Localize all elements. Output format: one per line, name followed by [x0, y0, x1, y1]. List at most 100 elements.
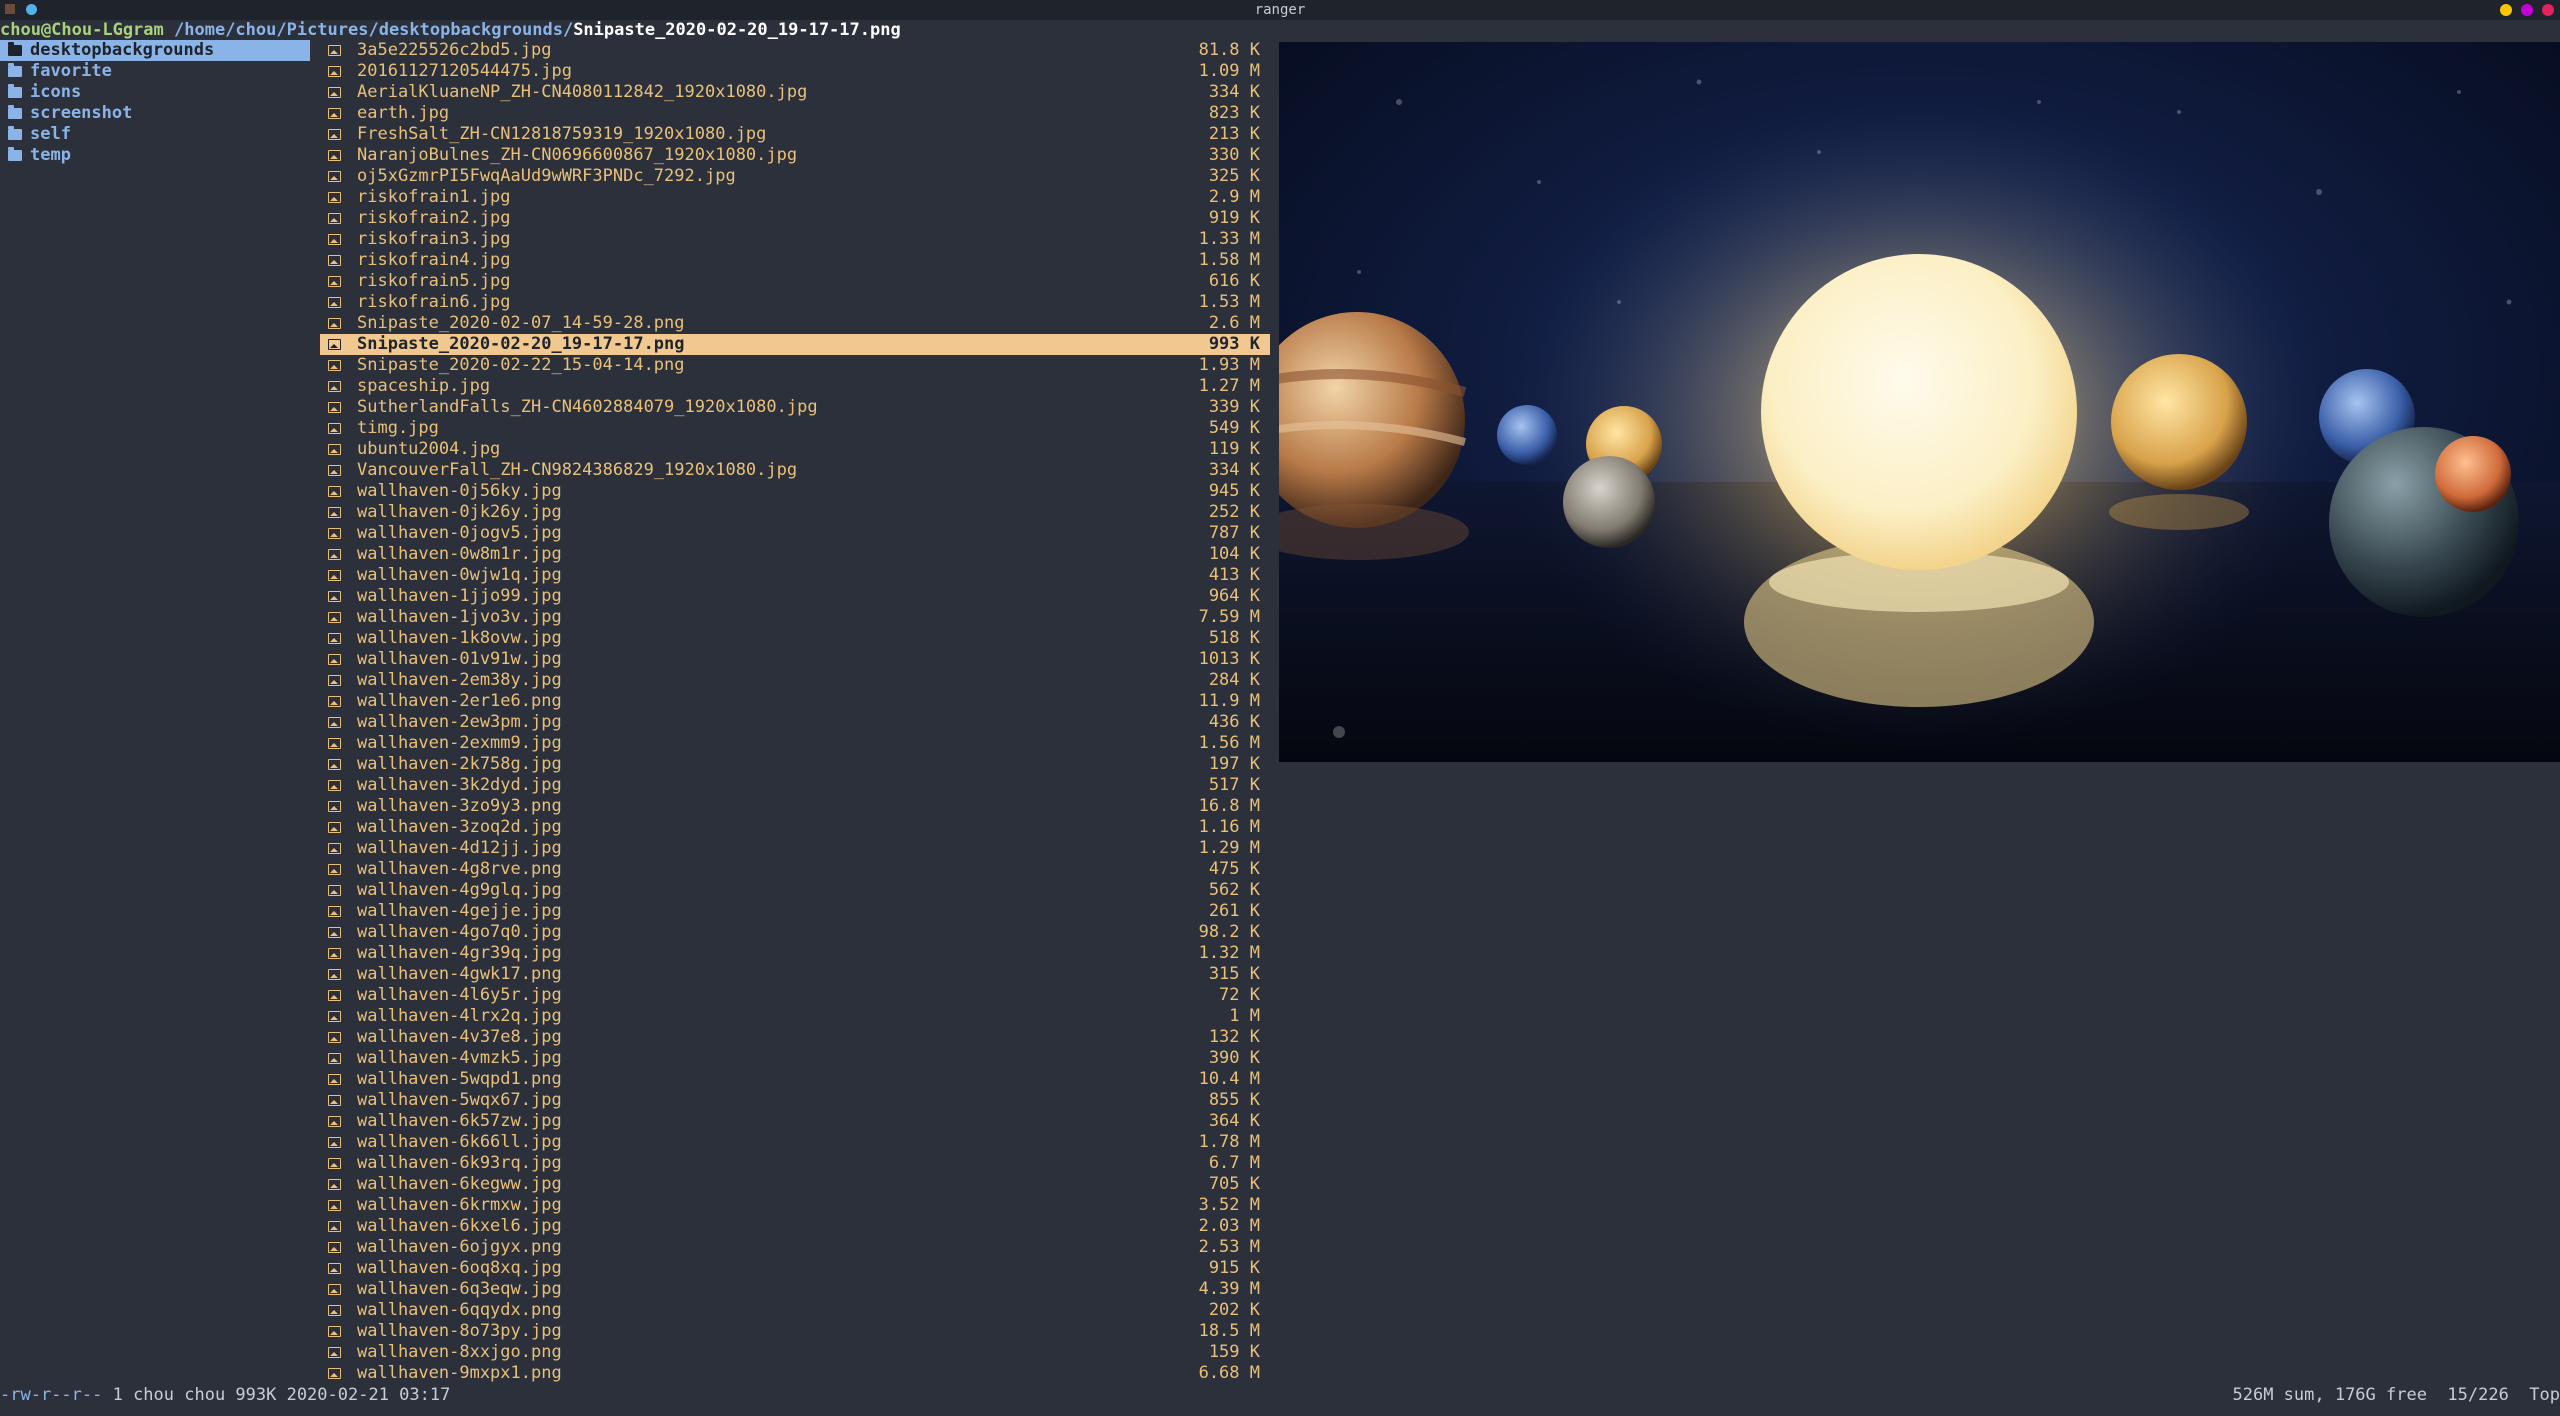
file-name: wallhaven-0jk26y.jpg: [357, 502, 562, 522]
file-item[interactable]: wallhaven-4lrx2q.jpg 1 M: [320, 1006, 1270, 1027]
file-item[interactable]: wallhaven-0w8m1r.jpg 104 K: [320, 544, 1270, 565]
file-item[interactable]: wallhaven-2er1e6.png 11.9 M: [320, 691, 1270, 712]
file-name: wallhaven-6k57zw.jpg: [357, 1111, 562, 1131]
maximize-button[interactable]: [2521, 4, 2533, 16]
file-name: wallhaven-4g9glq.jpg: [357, 880, 562, 900]
directory-item[interactable]: self: [0, 124, 310, 145]
image-file-icon: [328, 1326, 341, 1337]
file-item[interactable]: wallhaven-6q3eqw.jpg 4.39 M: [320, 1279, 1270, 1300]
file-item[interactable]: wallhaven-3zo9y3.png 16.8 M: [320, 796, 1270, 817]
close-button[interactable]: [2542, 4, 2554, 16]
file-item[interactable]: wallhaven-6krmxw.jpg 3.52 M: [320, 1195, 1270, 1216]
file-item[interactable]: wallhaven-9mxpx1.png 6.68 M: [320, 1363, 1270, 1384]
file-item[interactable]: wallhaven-6k57zw.jpg 364 K: [320, 1111, 1270, 1132]
file-item[interactable]: wallhaven-0wjw1q.jpg 413 K: [320, 565, 1270, 586]
file-name: spaceship.jpg: [357, 376, 491, 396]
directory-item[interactable]: desktopbackgrounds: [0, 40, 310, 61]
sticky-indicator-icon[interactable]: [26, 3, 37, 15]
app-icon[interactable]: [4, 3, 16, 15]
file-item[interactable]: wallhaven-1k8ovw.jpg 518 K: [320, 628, 1270, 649]
file-item[interactable]: timg.jpg 549 K: [320, 418, 1270, 439]
file-name: wallhaven-1jjo99.jpg: [357, 586, 562, 606]
file-item[interactable]: spaceship.jpg 1.27 M: [320, 376, 1270, 397]
file-item[interactable]: wallhaven-2k758g.jpg 197 K: [320, 754, 1270, 775]
file-item[interactable]: riskofrain5.jpg 616 K: [320, 271, 1270, 292]
file-item[interactable]: FreshSalt_ZH-CN12818759319_1920x1080.jpg…: [320, 124, 1270, 145]
image-file-icon: [328, 801, 341, 812]
image-file-icon: [328, 234, 341, 245]
image-file-icon: [328, 717, 341, 728]
file-item[interactable]: wallhaven-1jvo3v.jpg 7.59 M: [320, 607, 1270, 628]
file-item[interactable]: wallhaven-3zoq2d.jpg 1.16 M: [320, 817, 1270, 838]
minimize-button[interactable]: [2500, 4, 2512, 16]
file-item[interactable]: wallhaven-4d12jj.jpg 1.29 M: [320, 838, 1270, 859]
file-item[interactable]: wallhaven-2ew3pm.jpg 436 K: [320, 712, 1270, 733]
image-file-icon: [328, 1221, 341, 1232]
file-name: wallhaven-6qqydx.png: [357, 1300, 562, 1320]
file-item[interactable]: Snipaste_2020-02-20_19-17-17.png 993 K: [320, 334, 1270, 355]
file-item[interactable]: wallhaven-4g9glq.jpg 562 K: [320, 880, 1270, 901]
directory-item[interactable]: icons: [0, 82, 310, 103]
file-item[interactable]: wallhaven-2exmm9.jpg 1.56 M: [320, 733, 1270, 754]
file-size: 364 K: [1208, 1111, 1260, 1131]
file-item[interactable]: wallhaven-4v37e8.jpg 132 K: [320, 1027, 1270, 1048]
file-item[interactable]: wallhaven-8xxjgo.png 159 K: [320, 1342, 1270, 1363]
file-item[interactable]: riskofrain3.jpg 1.33 M: [320, 229, 1270, 250]
file-name: earth.jpg: [357, 103, 450, 123]
file-item[interactable]: wallhaven-2em38y.jpg 284 K: [320, 670, 1270, 691]
file-item[interactable]: wallhaven-0jk26y.jpg 252 K: [320, 502, 1270, 523]
image-file-icon: [328, 1263, 341, 1274]
file-item[interactable]: AerialKluaneNP_ZH-CN4080112842_1920x1080…: [320, 82, 1270, 103]
file-item[interactable]: wallhaven-01v91w.jpg 1013 K: [320, 649, 1270, 670]
file-item[interactable]: ubuntu2004.jpg 119 K: [320, 439, 1270, 460]
file-name: riskofrain1.jpg: [357, 187, 511, 207]
file-size: 6.68 M: [1198, 1363, 1260, 1383]
file-item[interactable]: SutherlandFalls_ZH-CN4602884079_1920x108…: [320, 397, 1270, 418]
file-item[interactable]: wallhaven-5wqpd1.png 10.4 M: [320, 1069, 1270, 1090]
file-item[interactable]: wallhaven-4gr39q.jpg 1.32 M: [320, 943, 1270, 964]
file-item[interactable]: wallhaven-6qqydx.png 202 K: [320, 1300, 1270, 1321]
folder-icon: [8, 126, 22, 140]
file-item[interactable]: earth.jpg 823 K: [320, 103, 1270, 124]
file-item[interactable]: wallhaven-4l6y5r.jpg 72 K: [320, 985, 1270, 1006]
file-item[interactable]: wallhaven-4gwk17.png 315 K: [320, 964, 1270, 985]
file-name: wallhaven-1jvo3v.jpg: [357, 607, 562, 627]
file-item[interactable]: wallhaven-6k93rq.jpg 6.7 M: [320, 1153, 1270, 1174]
file-item[interactable]: oj5xGzmrPI5FwqAaUd9wWRF3PNDc_7292.jpg 325…: [320, 166, 1270, 187]
file-item[interactable]: riskofrain6.jpg 1.53 M: [320, 292, 1270, 313]
file-item[interactable]: wallhaven-4vmzk5.jpg 390 K: [320, 1048, 1270, 1069]
file-size: 823 K: [1208, 103, 1260, 123]
file-item[interactable]: wallhaven-4go7q0.jpg 98.2 K: [320, 922, 1270, 943]
image-file-icon: [328, 822, 341, 833]
file-item[interactable]: riskofrain2.jpg 919 K: [320, 208, 1270, 229]
file-item[interactable]: wallhaven-5wqx67.jpg 855 K: [320, 1090, 1270, 1111]
file-item[interactable]: Snipaste_2020-02-22_15-04-14.png 1.93 M: [320, 355, 1270, 376]
file-item[interactable]: riskofrain4.jpg 1.58 M: [320, 250, 1270, 271]
file-item[interactable]: wallhaven-3k2dyd.jpg 517 K: [320, 775, 1270, 796]
file-item[interactable]: VancouverFall_ZH-CN9824386829_1920x1080.…: [320, 460, 1270, 481]
file-item[interactable]: wallhaven-4gejje.jpg 261 K: [320, 901, 1270, 922]
image-file-icon: [328, 402, 341, 413]
file-item[interactable]: wallhaven-0j56ky.jpg 945 K: [320, 481, 1270, 502]
file-item[interactable]: wallhaven-6k66ll.jpg 1.78 M: [320, 1132, 1270, 1153]
file-item[interactable]: wallhaven-6kegww.jpg 705 K: [320, 1174, 1270, 1195]
file-item[interactable]: 3a5e225526c2bd5.jpg 81.8 K: [320, 40, 1270, 61]
file-item[interactable]: wallhaven-6ojgyx.png 2.53 M: [320, 1237, 1270, 1258]
file-name: wallhaven-2er1e6.png: [357, 691, 562, 711]
file-item[interactable]: wallhaven-4g8rve.png 475 K: [320, 859, 1270, 880]
file-item[interactable]: wallhaven-6kxel6.jpg 2.03 M: [320, 1216, 1270, 1237]
directory-item[interactable]: temp: [0, 145, 310, 166]
directory-item[interactable]: favorite: [0, 61, 310, 82]
file-item[interactable]: 20161127120544475.jpg 1.09 M: [320, 61, 1270, 82]
file-item[interactable]: wallhaven-0jogv5.jpg 787 K: [320, 523, 1270, 544]
file-name: wallhaven-2k758g.jpg: [357, 754, 562, 774]
file-item[interactable]: wallhaven-1jjo99.jpg 964 K: [320, 586, 1270, 607]
file-size: 390 K: [1208, 1048, 1260, 1068]
directory-item[interactable]: screenshot: [0, 103, 310, 124]
file-name: NaranjoBulnes_ZH-CN0696600867_1920x1080.…: [357, 145, 798, 165]
file-item[interactable]: Snipaste_2020-02-07_14-59-28.png 2.6 M: [320, 313, 1270, 334]
file-item[interactable]: wallhaven-6oq8xq.jpg 915 K: [320, 1258, 1270, 1279]
file-item[interactable]: NaranjoBulnes_ZH-CN0696600867_1920x1080.…: [320, 145, 1270, 166]
file-item[interactable]: riskofrain1.jpg 2.9 M: [320, 187, 1270, 208]
file-item[interactable]: wallhaven-8o73py.jpg 18.5 M: [320, 1321, 1270, 1342]
